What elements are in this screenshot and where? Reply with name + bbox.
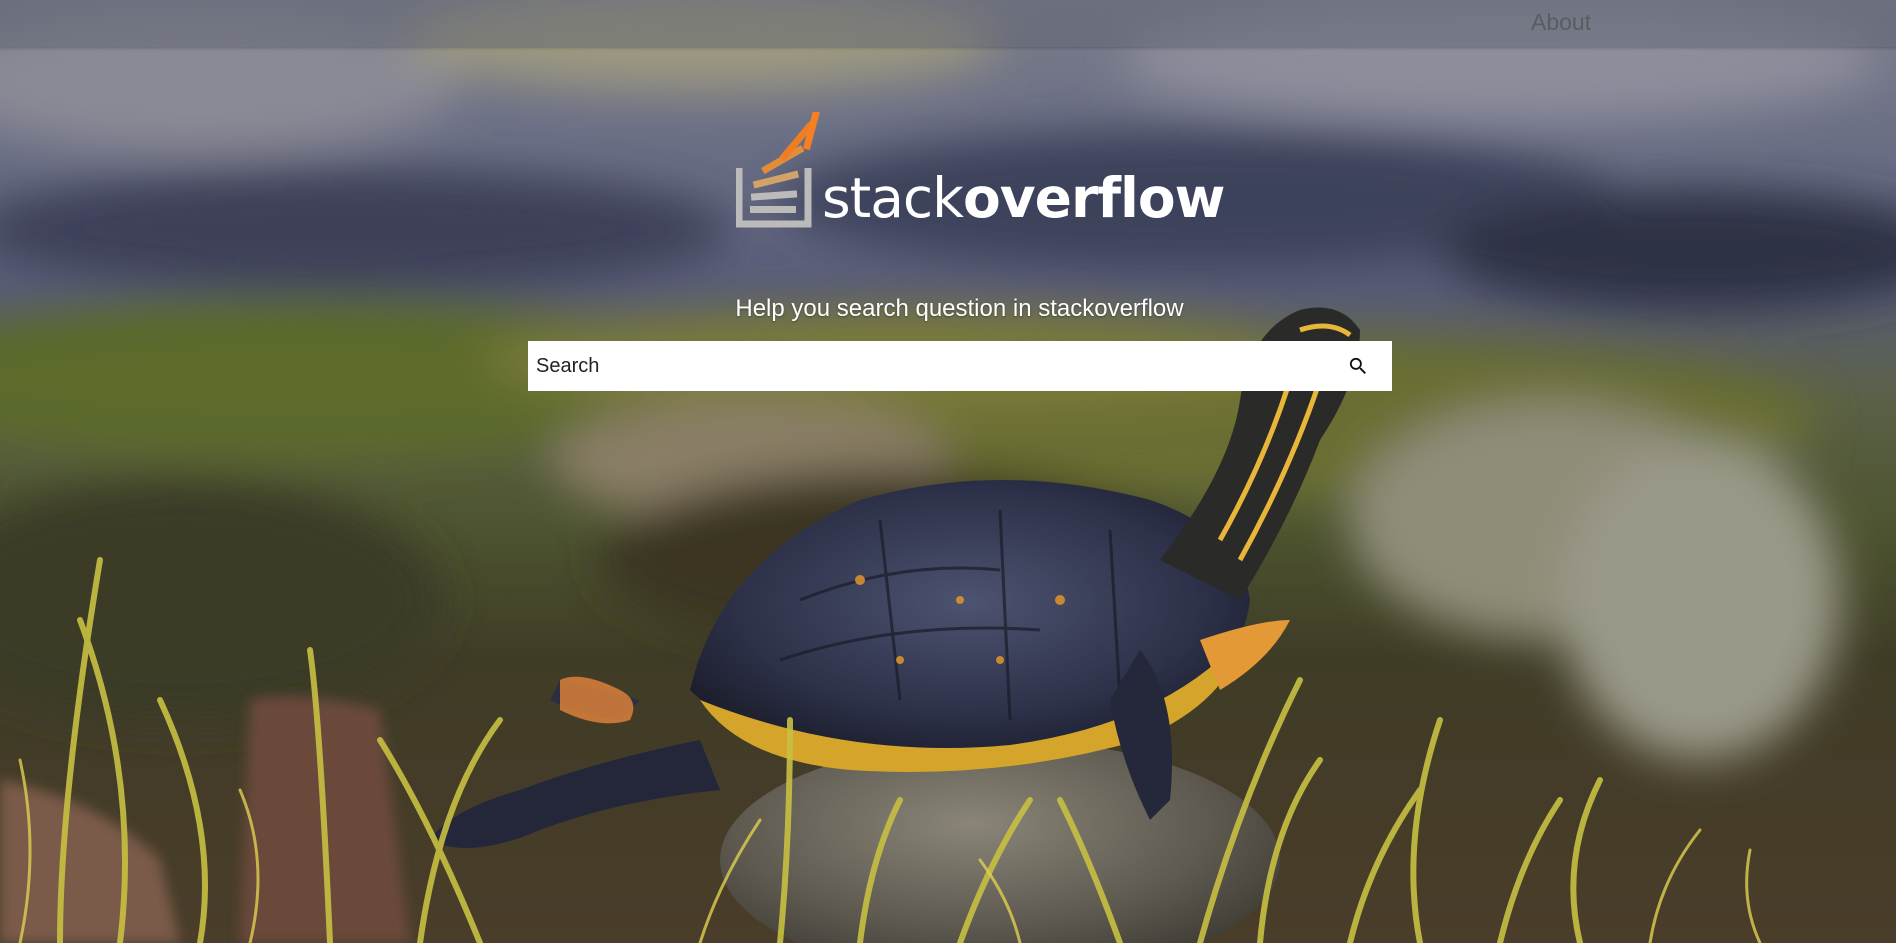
search-icon: [1349, 357, 1366, 374]
hero-tagline: Help you search question in stackoverflo…: [735, 295, 1184, 322]
logo-word-light: stack: [822, 166, 964, 230]
search-button[interactable]: [1338, 346, 1378, 386]
search-input[interactable]: [528, 341, 1328, 391]
stackoverflow-logo: stackoverflow: [736, 112, 1225, 232]
search-bar: [528, 341, 1392, 391]
logo-word-bold: overflow: [963, 166, 1225, 230]
top-nav-bar: About: [0, 0, 1896, 47]
page: About stackoverflow Help you search ques…: [0, 0, 1896, 943]
stackoverflow-logo-icon: [736, 112, 820, 228]
logo-wordmark: stackoverflow: [822, 166, 1225, 230]
nav-about-link[interactable]: About: [1531, 8, 1591, 36]
